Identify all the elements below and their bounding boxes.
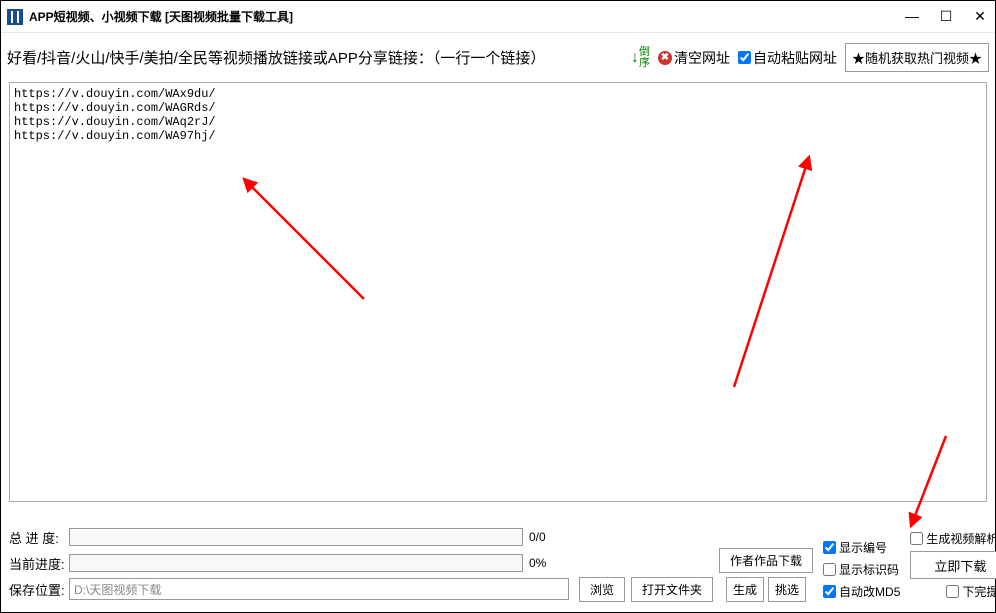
random-hot-button[interactable]: ★随机获取热门视频★ [845,43,989,72]
url-area-wrap [9,82,987,502]
show-idcode-checkbox[interactable]: 显示标识码 [823,561,900,578]
auto-paste-checkbox[interactable]: 自动粘贴网址 [738,48,837,68]
download-now-button[interactable]: 立即下载 [910,551,996,579]
auto-paste-input[interactable] [738,51,751,64]
url-textarea[interactable] [9,82,987,502]
clear-urls-button[interactable]: ✖ 清空网址 [658,48,730,68]
select-button[interactable]: 挑选 [768,577,806,602]
toolbar: 好看/抖音/火山/快手/美拍/全民等视频播放链接或APP分享链接：（一行一个链接… [1,33,995,82]
right-options: 显示编号 显示标识码 自动改MD5 生成视频解析表格 立即下载 下完提示音 [823,526,996,604]
total-progress-value: 0/0 [529,530,569,544]
toolbar-prompt: 好看/抖音/火山/快手/美拍/全民等视频播放链接或APP分享链接：（一行一个链接… [7,47,545,68]
show-index-checkbox[interactable]: 显示编号 [823,539,900,556]
generate-button[interactable]: 生成 [726,577,764,602]
window-title: APP短视频、小视频下载 [天图视频批量下载工具] [29,8,293,25]
current-progress-bar [69,554,523,572]
progress-section: 总 进 度: 0/0 当前进度: 0% 保存位置: [9,526,569,604]
clear-icon: ✖ [658,51,672,65]
current-progress-value: 0% [529,556,569,570]
down-arrow-icon: ↓ [631,49,639,67]
auto-md5-checkbox[interactable]: 自动改MD5 [823,583,900,600]
window-controls: — ☐ ✕ [903,8,989,25]
author-works-button[interactable]: 作者作品下载 [719,548,813,573]
sort-button[interactable]: ↓ 倒 序 [631,47,650,69]
bottom-panel: 总 进 度: 0/0 当前进度: 0% 保存位置: 浏览 打开文件夹 作者作品下… [1,522,995,612]
mid-buttons: 浏览 打开文件夹 作者作品下载 生成 挑选 [579,526,813,604]
current-progress-label: 当前进度: [9,554,69,573]
browse-button[interactable]: 浏览 [579,577,625,602]
total-progress-bar [69,528,523,546]
minimize-button[interactable]: — [903,8,921,25]
save-path-label: 保存位置: [9,580,69,599]
total-progress-label: 总 进 度: [9,528,69,547]
open-folder-button[interactable]: 打开文件夹 [631,577,713,602]
gen-table-checkbox[interactable]: 生成视频解析表格 [910,530,996,547]
titlebar: APP短视频、小视频下载 [天图视频批量下载工具] — ☐ ✕ [1,1,995,33]
save-path-input[interactable] [69,578,569,600]
done-sound-checkbox[interactable]: 下完提示音 [910,583,996,600]
maximize-button[interactable]: ☐ [937,8,955,25]
close-button[interactable]: ✕ [971,8,989,25]
app-icon [7,9,23,25]
